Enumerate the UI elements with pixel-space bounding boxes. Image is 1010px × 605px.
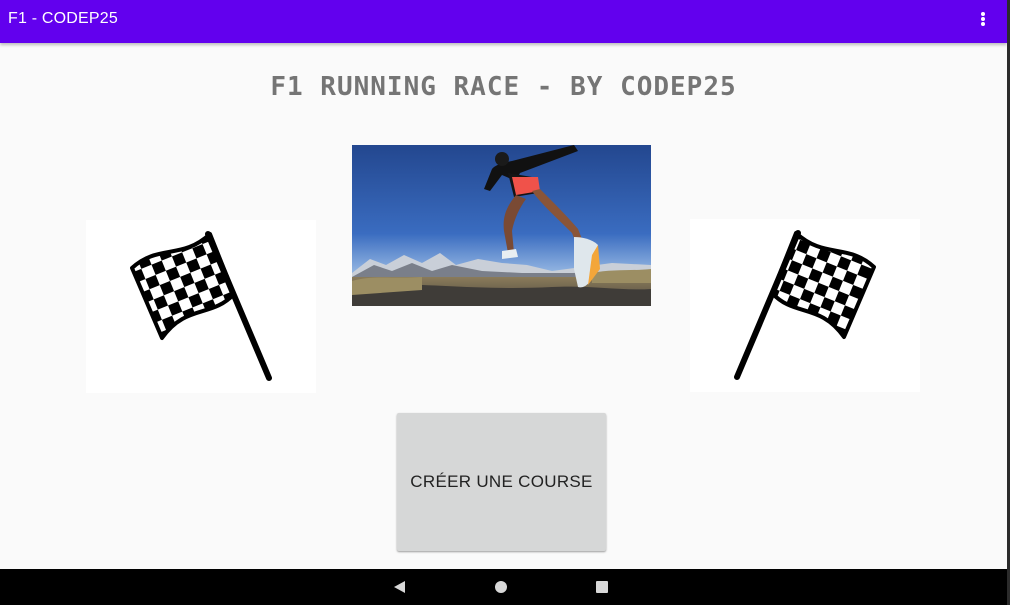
home-circle-icon[interactable] <box>491 577 511 597</box>
app-title: F1 - CODEP25 <box>8 10 118 27</box>
back-triangle-icon[interactable] <box>390 577 410 597</box>
recents-square-icon[interactable] <box>592 577 612 597</box>
checkered-flag-icon <box>130 231 272 381</box>
left-flag-image <box>86 220 316 393</box>
create-race-button[interactable]: CRÉER UNE COURSE <box>397 413 606 551</box>
create-race-button-label: CRÉER UNE COURSE <box>410 472 593 491</box>
page-title: F1 RUNNING RACE - BY CODEP25 <box>270 72 737 102</box>
app-screen: F1 - CODEP25 F1 RUNNING RACE - BY CODEP2… <box>0 0 1007 605</box>
runner-photo <box>352 145 651 306</box>
checkered-flag-icon <box>734 230 876 380</box>
more-vert-icon[interactable] <box>970 8 996 34</box>
app-bar: F1 - CODEP25 <box>0 0 1007 43</box>
right-flag-image <box>690 219 920 392</box>
system-navigation-bar <box>0 569 1007 605</box>
